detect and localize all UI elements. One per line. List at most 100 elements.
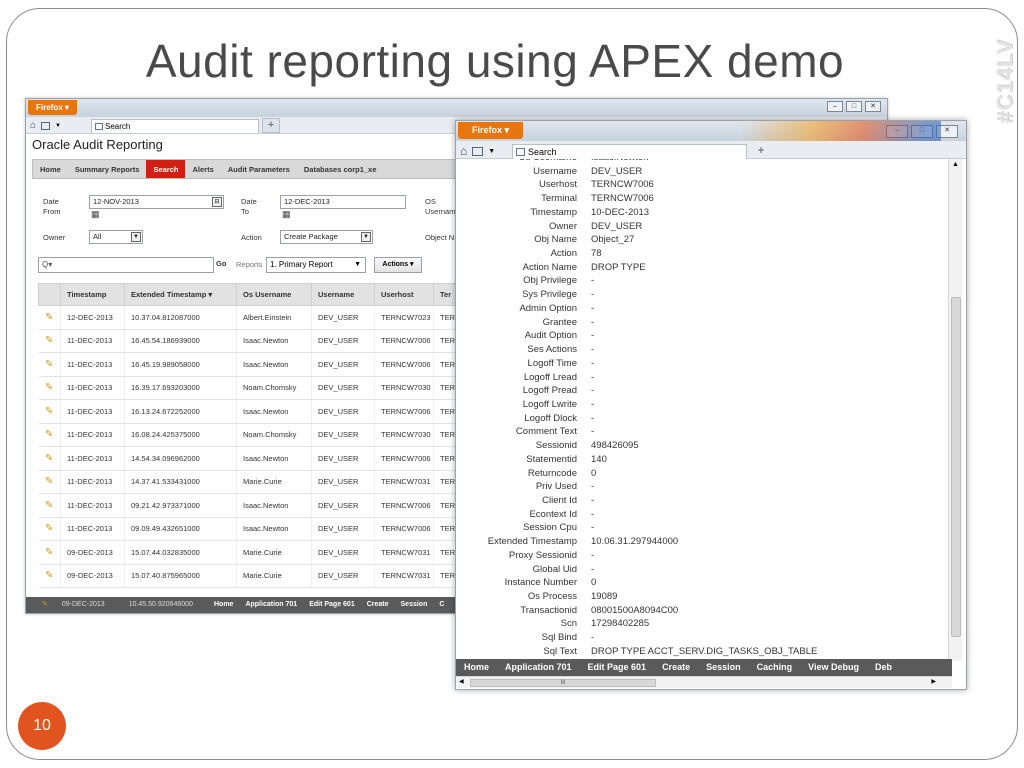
detail-value: 498426095 [591, 440, 639, 452]
detail-label: Obj Name [534, 234, 577, 246]
detail-label: Os Process [527, 591, 577, 603]
detail-value: DEV_USER [591, 220, 643, 232]
chevron-down-icon[interactable]: ▼ [488, 148, 495, 155]
table-row: ✎ 12-DEC-2013 10.37.04.812087000 Albert.Ein… [38, 305, 462, 330]
dev-link-edit-page[interactable]: Edit Page 601 [309, 597, 355, 613]
dev-link-create[interactable]: Create [367, 597, 389, 613]
column-header[interactable]: Os Username [236, 283, 312, 306]
detail-row: Logoff Lread - [456, 372, 946, 386]
date-to-field[interactable]: 12-DEC-2013 [280, 195, 406, 209]
detail-value: 78 [591, 248, 602, 260]
date-from-field[interactable]: 12-NOV-2013 ⊟ [89, 195, 224, 209]
chevron-down-icon: ▼ [131, 232, 141, 242]
nav-icons: ⌂ ▼ [30, 120, 61, 131]
menu-audit-parameters[interactable]: Audit Parameters [221, 160, 297, 178]
column-header[interactable]: Extended Timestamp ▾ [124, 283, 237, 306]
detail-row: Logoff Time - [456, 358, 946, 372]
calendar-icon[interactable]: ▦ [91, 209, 100, 220]
calendar-icon[interactable]: ▦ [282, 209, 291, 220]
scroll-up-icon[interactable]: ▲ [952, 161, 959, 168]
action-select[interactable]: Create Package ▼ [280, 230, 373, 244]
detail-label: Logoff Pread [522, 385, 577, 397]
menu-summary-reports[interactable]: Summary Reports [68, 160, 147, 178]
edit-pencil-icon[interactable]: ✎ [38, 540, 61, 565]
edit-pencil-icon[interactable]: ✎ [38, 305, 61, 330]
detail-value: - [591, 302, 595, 314]
horizontal-scrollbar[interactable]: ◀ III ▶ [456, 676, 952, 688]
edit-pencil-icon[interactable]: ✎ [38, 470, 61, 494]
report-select[interactable]: 1. Primary Report ▼ [266, 257, 366, 273]
dev-link-edit-page[interactable]: Edit Page 601 [588, 659, 647, 676]
detail-value: - [591, 481, 595, 493]
actions-button[interactable]: Actions ▾ [374, 257, 422, 273]
scroll-left-icon[interactable]: ◀ [459, 678, 464, 685]
go-button[interactable]: Go [216, 259, 226, 268]
edit-pencil-icon[interactable]: ✎ [42, 597, 48, 613]
audit-record-details: Os UsernameIsaac.NewtonUsernameDEV_USERU… [456, 159, 946, 661]
close-button[interactable]: ✕ [865, 101, 881, 112]
scrollbar-thumb[interactable]: III [470, 679, 656, 687]
dev-link-home[interactable]: Home [214, 597, 233, 613]
tab-search[interactable]: Search [512, 144, 747, 159]
column-header[interactable]: Username [311, 283, 375, 306]
detail-row: Obj Privilege - [456, 275, 946, 289]
clear-icon[interactable]: ⊟ [212, 197, 222, 207]
chevron-down-icon[interactable]: ▼ [55, 123, 61, 129]
dev-link-home[interactable]: Home [464, 659, 489, 676]
detail-row: Client Id - [456, 495, 946, 509]
tab-search[interactable]: Search [91, 119, 259, 133]
detail-value: - [591, 412, 595, 424]
home-icon[interactable]: ⌂ [460, 144, 467, 158]
column-header[interactable]: Timestamp [60, 283, 125, 306]
edit-pencil-icon[interactable]: ✎ [38, 329, 61, 353]
cell-extended-timestamp: 16.08.24.425375000 [124, 423, 237, 447]
scrollbar-thumb[interactable] [951, 297, 961, 637]
menu-databases[interactable]: Databases corp1_xe [297, 160, 384, 178]
firefox-menu-button[interactable]: Firefox ▾ [458, 122, 524, 139]
dev-link-view-debug[interactable]: View Debug [808, 659, 859, 676]
cell-extended-timestamp: 14.37.41.533431000 [124, 470, 237, 494]
maximize-button[interactable]: □ [846, 101, 862, 112]
detail-row: Sys Privilege - [456, 289, 946, 303]
dev-link-session[interactable]: Session [706, 659, 741, 676]
action-label: Action [241, 233, 262, 242]
dev-link-application[interactable]: Application 701 [245, 597, 297, 613]
new-tab-button[interactable]: + [262, 118, 280, 133]
menu-alerts[interactable]: Alerts [185, 160, 220, 178]
minimize-button[interactable]: – [827, 101, 843, 112]
dev-link-caching[interactable]: C [439, 597, 444, 613]
firefox-menu-button[interactable]: Firefox ▾ [28, 100, 77, 115]
detail-label: Username [533, 165, 577, 177]
dev-link-create[interactable]: Create [662, 659, 690, 676]
detail-value: 17298402285 [591, 618, 650, 630]
edit-pencil-icon[interactable]: ✎ [38, 564, 61, 588]
cell-extended-timestamp: 16.45.54.186939000 [124, 329, 237, 353]
vertical-scrollbar[interactable]: ▲ [948, 159, 962, 661]
bookmark-icon[interactable] [472, 146, 484, 156]
edit-pencil-icon[interactable]: ✎ [38, 517, 61, 541]
edit-pencil-icon[interactable]: ✎ [38, 399, 61, 424]
column-header[interactable]: Userhost [374, 283, 434, 306]
new-tab-button[interactable]: + [752, 143, 770, 159]
dev-link-caching[interactable]: Caching [757, 659, 793, 676]
bookmark-icon[interactable] [41, 121, 51, 130]
edit-pencil-icon[interactable]: ✎ [38, 493, 61, 518]
home-icon[interactable]: ⌂ [30, 120, 36, 131]
window-titlebar: Firefox ▾ – □ ✕ [26, 99, 887, 117]
dev-link-session[interactable]: Session [401, 597, 428, 613]
scroll-right-icon[interactable]: ▶ [931, 678, 936, 685]
detail-label: Userhost [538, 179, 577, 191]
table-row: ✎ 11-DEC-2013 16.39.17.693203000 Noam.Choms… [38, 376, 462, 400]
owner-select[interactable]: All ▼ [89, 230, 143, 244]
report-search-input[interactable]: Q▾ [38, 257, 214, 273]
tab-strip: ⌂ ▼ Search + [456, 141, 966, 159]
dev-link-application[interactable]: Application 701 [505, 659, 572, 676]
edit-pencil-icon[interactable]: ✎ [38, 376, 61, 400]
tab-label: Search [528, 147, 557, 157]
edit-pencil-icon[interactable]: ✎ [38, 423, 61, 447]
menu-search[interactable]: Search [146, 160, 186, 178]
edit-pencil-icon[interactable]: ✎ [38, 446, 61, 471]
edit-pencil-icon[interactable]: ✎ [38, 352, 61, 377]
dev-link-debug[interactable]: Deb [875, 659, 892, 676]
menu-home[interactable]: Home [33, 160, 68, 178]
